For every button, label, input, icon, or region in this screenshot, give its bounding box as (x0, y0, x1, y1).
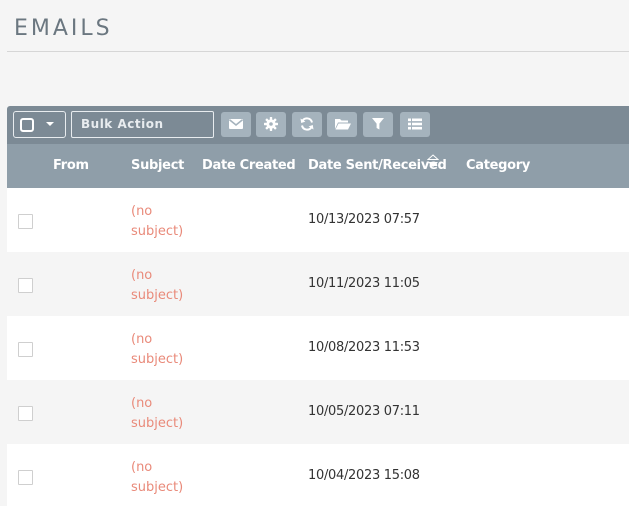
table-row[interactable]: (no subject) 10/13/2023 07:57 (7, 188, 629, 252)
compose-email-button[interactable] (221, 112, 251, 137)
filter-icon (372, 118, 384, 130)
date-sent: 10/13/2023 07:57 (308, 212, 420, 227)
bulk-action-button[interactable]: Bulk Action (71, 111, 214, 138)
refresh-icon (300, 117, 314, 131)
row-checkbox[interactable] (18, 214, 33, 229)
subject-link[interactable]: (no subject) (131, 266, 191, 306)
list-toolbar: Bulk Action (7, 106, 629, 144)
date-sent: 10/05/2023 07:11 (308, 404, 420, 419)
envelope-icon (229, 119, 243, 129)
row-checkbox[interactable] (18, 278, 33, 293)
table-row[interactable]: (no subject) 10/05/2023 07:11 (7, 380, 629, 444)
email-list: (no subject) 10/13/2023 07:57 (no subjec… (7, 188, 629, 506)
date-sent: 10/11/2023 11:05 (308, 276, 420, 291)
table-row[interactable]: (no subject) 10/08/2023 11:53 (7, 316, 629, 380)
table-row[interactable]: (no subject) 10/04/2023 15:08 (7, 444, 629, 506)
table-row[interactable]: (no subject) 10/11/2023 11:05 (7, 252, 629, 316)
date-sent: 10/08/2023 11:53 (308, 340, 420, 355)
column-header-date-sent[interactable]: Date Sent/Received (308, 158, 447, 173)
gear-icon (264, 117, 278, 131)
subject-link[interactable]: (no subject) (131, 394, 191, 434)
column-header-date-created[interactable]: Date Created (202, 158, 296, 173)
subject-link[interactable]: (no subject) (131, 202, 191, 242)
column-header-subject[interactable]: Subject (131, 158, 184, 173)
folder-open-icon (335, 119, 351, 130)
row-checkbox[interactable] (18, 470, 33, 485)
column-header-category[interactable]: Category (466, 158, 530, 173)
select-all-checkbox[interactable] (20, 118, 34, 132)
page-title: EMAILS (14, 16, 113, 41)
sort-icon[interactable] (427, 154, 439, 168)
column-header-from[interactable]: From (53, 158, 89, 173)
subject-link[interactable]: (no subject) (131, 458, 191, 498)
filter-button[interactable] (363, 112, 393, 137)
select-all-dropdown[interactable] (13, 111, 66, 138)
title-divider (7, 51, 629, 52)
row-checkbox[interactable] (18, 342, 33, 357)
refresh-button[interactable] (292, 112, 322, 137)
table-header: From Subject Date Created Date Sent/Rece… (7, 144, 629, 188)
list-icon (408, 118, 422, 130)
row-checkbox[interactable] (18, 406, 33, 421)
date-sent: 10/04/2023 15:08 (308, 468, 420, 483)
settings-button[interactable] (256, 112, 286, 137)
folders-button[interactable] (327, 112, 357, 137)
caret-down-icon (46, 122, 54, 126)
subject-link[interactable]: (no subject) (131, 330, 191, 370)
column-chooser-button[interactable] (400, 112, 430, 137)
